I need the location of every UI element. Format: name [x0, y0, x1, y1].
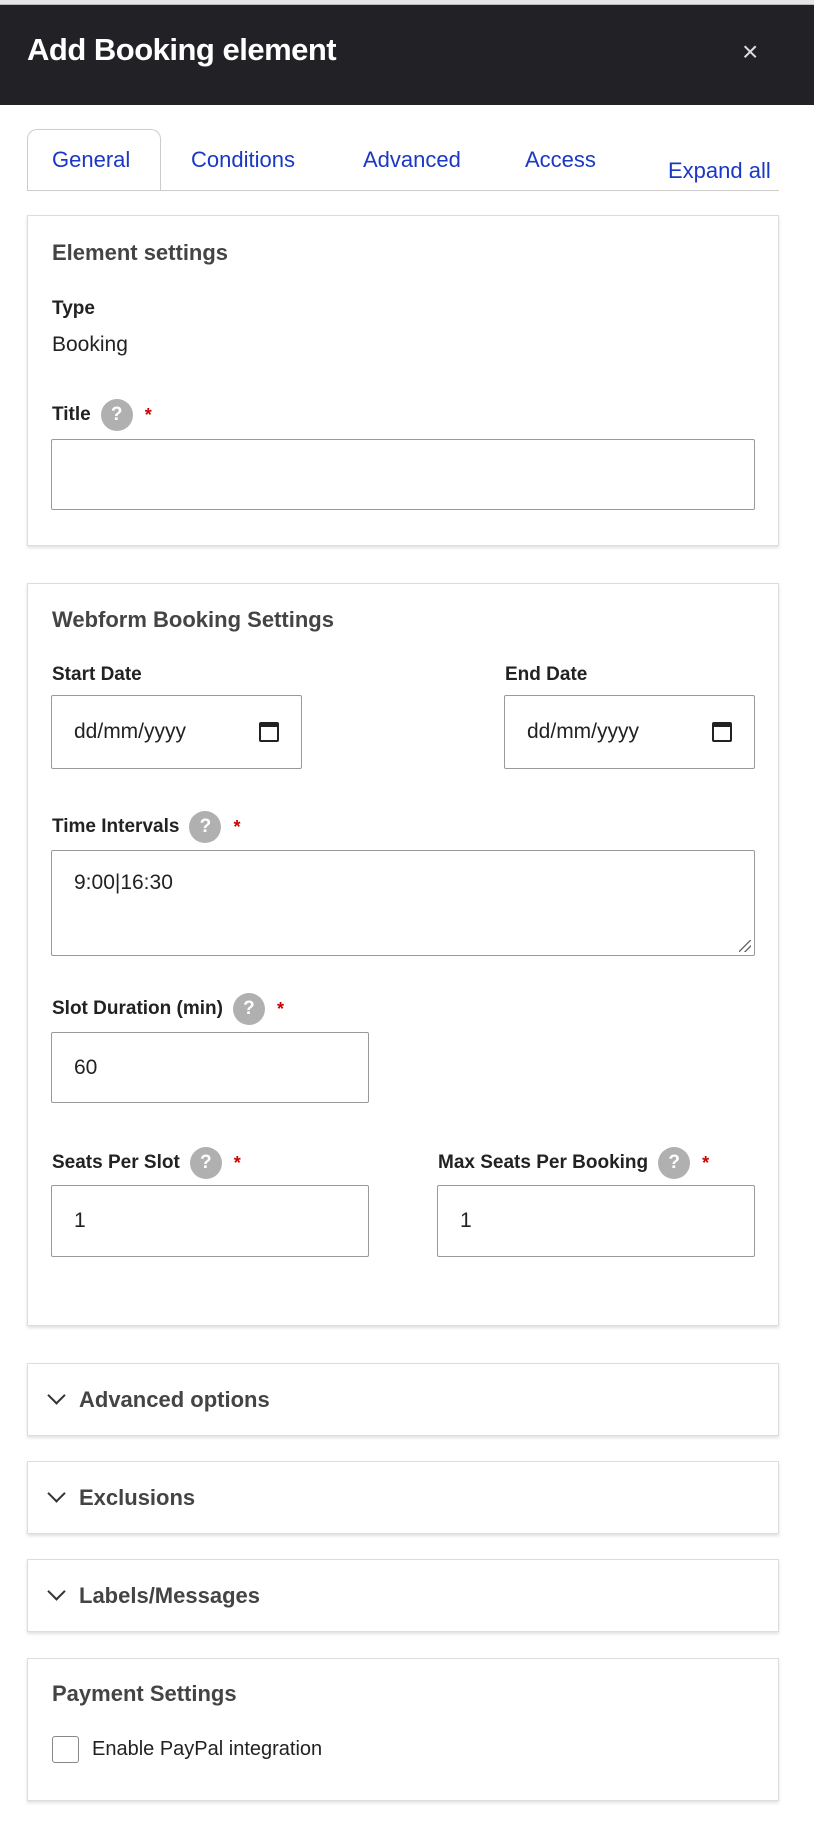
labels-messages-summary[interactable]: Labels/Messages: [79, 1583, 260, 1609]
help-icon[interactable]: ?: [189, 811, 222, 843]
paypal-checkbox[interactable]: [52, 1736, 79, 1763]
exclusions-details[interactable]: Exclusions: [27, 1461, 779, 1534]
end-date-placeholder: dd/mm/yyyy: [527, 720, 640, 743]
required-marker: *: [233, 1152, 241, 1173]
required-marker: *: [144, 404, 152, 425]
end-date-input[interactable]: dd/mm/yyyy: [504, 695, 755, 769]
exclusions-summary[interactable]: Exclusions: [79, 1485, 195, 1511]
start-date-input[interactable]: dd/mm/yyyy: [51, 695, 302, 769]
start-date-placeholder: dd/mm/yyyy: [74, 720, 187, 743]
element-settings-heading: Element settings: [52, 240, 229, 265]
close-icon[interactable]: ×: [742, 36, 758, 68]
slot-duration-label: Slot Duration (min): [52, 998, 223, 1019]
slot-duration-label-row: Slot Duration (min) ? *: [52, 993, 284, 1025]
time-intervals-label-row: Time Intervals ? *: [52, 811, 240, 843]
tab-advanced[interactable]: Advanced: [363, 147, 461, 173]
paypal-label[interactable]: Enable PayPal integration: [92, 1738, 322, 1761]
dialog-title: Add Booking element: [27, 32, 337, 67]
advanced-options-summary[interactable]: Advanced options: [79, 1387, 270, 1413]
tab-access[interactable]: Access: [525, 147, 596, 173]
advanced-options-details[interactable]: Advanced options: [27, 1363, 779, 1436]
start-date-label: Start Date: [52, 664, 142, 685]
seats-per-slot-input[interactable]: 1: [51, 1185, 369, 1257]
calendar-icon[interactable]: [259, 722, 279, 742]
max-seats-input[interactable]: 1: [437, 1185, 755, 1257]
chevron-down-icon: [47, 1484, 66, 1503]
required-marker: *: [276, 998, 284, 1019]
help-icon[interactable]: ?: [232, 993, 265, 1025]
labels-messages-details[interactable]: Labels/Messages: [27, 1559, 779, 1632]
seats-per-slot-label: Seats Per Slot: [52, 1152, 180, 1173]
tabs-divider: [27, 190, 779, 191]
type-value: Booking: [52, 333, 128, 356]
required-marker: *: [702, 1152, 710, 1173]
time-intervals-value: 9:00|16:30: [74, 871, 173, 894]
help-icon[interactable]: ?: [189, 1147, 222, 1179]
slot-duration-input[interactable]: 60: [51, 1032, 369, 1103]
help-icon[interactable]: ?: [658, 1147, 691, 1179]
max-seats-label: Max Seats Per Booking: [438, 1152, 649, 1173]
payment-settings-heading: Payment Settings: [52, 1681, 237, 1706]
type-label: Type: [52, 298, 95, 319]
calendar-icon[interactable]: [712, 722, 732, 742]
time-intervals-label: Time Intervals: [52, 816, 180, 837]
title-label: Title: [52, 404, 91, 425]
help-icon[interactable]: ?: [100, 399, 133, 431]
booking-settings-heading: Webform Booking Settings: [52, 607, 334, 632]
end-date-label: End Date: [505, 664, 588, 685]
time-intervals-textarea[interactable]: 9:00|16:30: [51, 850, 755, 956]
required-marker: *: [233, 816, 241, 837]
max-seats-label-row: Max Seats Per Booking ? *: [438, 1147, 709, 1179]
resize-handle[interactable]: [739, 940, 751, 952]
expand-all-link[interactable]: Expand all: [668, 158, 771, 184]
chevron-down-icon: [47, 1386, 66, 1405]
payment-settings-card: [27, 1658, 779, 1801]
tab-general[interactable]: General: [52, 147, 130, 173]
title-label-row: Title ? *: [52, 399, 152, 431]
title-input[interactable]: [51, 439, 755, 510]
chevron-down-icon: [47, 1582, 66, 1601]
tab-conditions[interactable]: Conditions: [191, 147, 295, 173]
seats-per-slot-label-row: Seats Per Slot ? *: [52, 1147, 241, 1179]
